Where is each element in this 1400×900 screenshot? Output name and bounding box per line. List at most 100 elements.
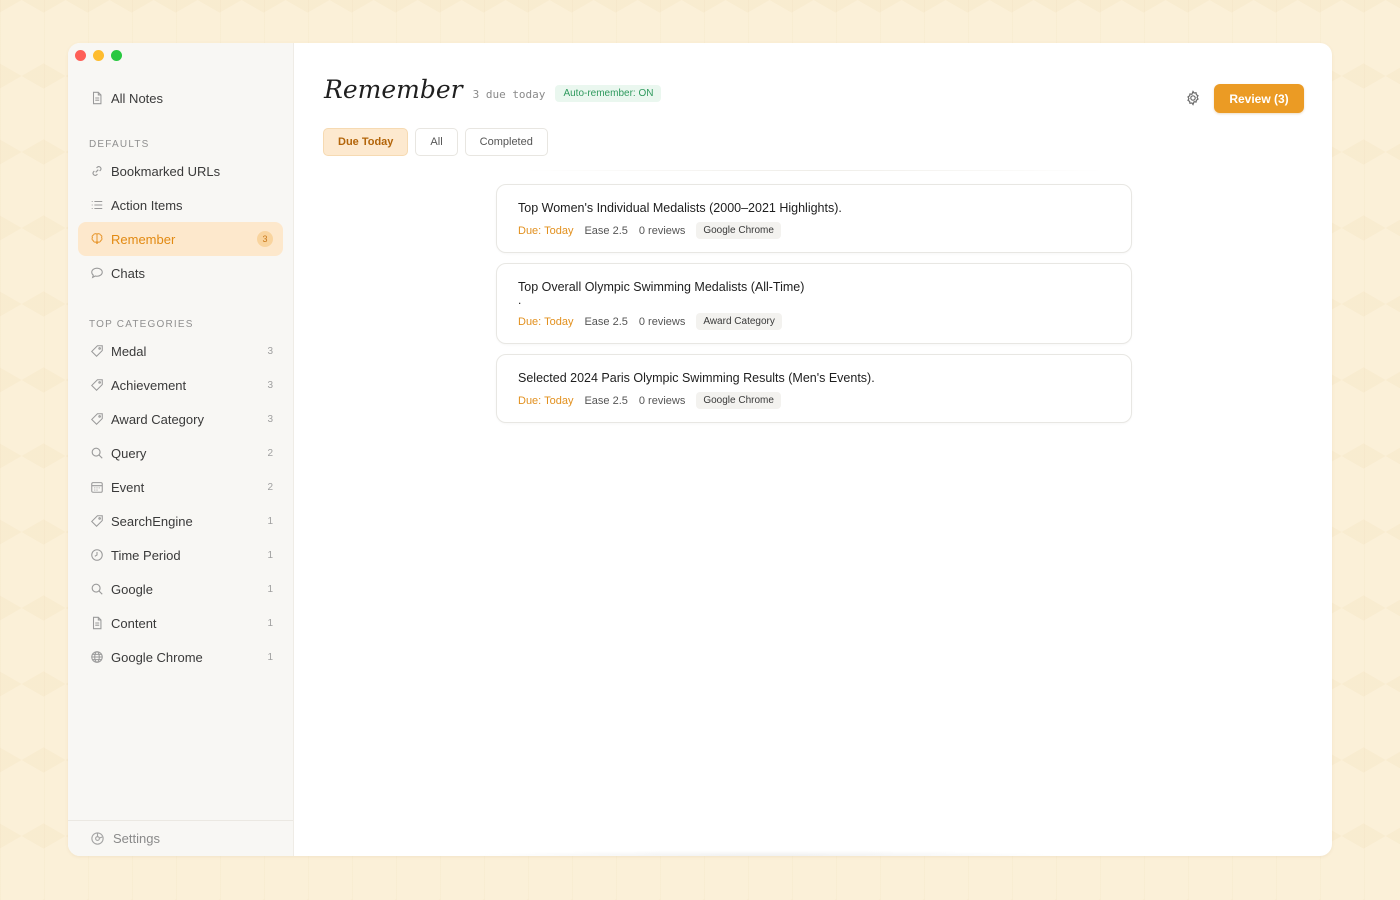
search-icon: [89, 582, 104, 597]
count-badge: 3: [267, 379, 273, 391]
sidebar-item-remember[interactable]: Remember 3: [78, 222, 283, 256]
sidebar-item-achievement[interactable]: Achievement 3: [78, 368, 283, 402]
tag-icon: [89, 514, 104, 529]
count-badge: 1: [267, 617, 273, 629]
count-badge: 1: [267, 515, 273, 527]
tag-icon: [89, 412, 104, 427]
review-card[interactable]: Selected 2024 Paris Olympic Swimming Res…: [496, 354, 1132, 423]
sidebar-item-label: Event: [111, 479, 145, 495]
count-badge: 1: [267, 583, 273, 595]
due-label: Due: Today: [518, 224, 574, 237]
tab-due-today[interactable]: Due Today: [323, 128, 409, 156]
settings-dial-icon: [90, 831, 105, 846]
sidebar-item-label: SearchEngine: [111, 513, 193, 529]
bottom-shadow: [464, 850, 1064, 856]
minimize-window-button[interactable]: [93, 50, 104, 61]
sidebar-item-label: Award Category: [111, 411, 204, 427]
sidebar-item-label: Content: [111, 615, 157, 631]
tag-icon: [89, 378, 104, 393]
review-card[interactable]: Top Women's Individual Medalists (2000–2…: [496, 184, 1132, 253]
sidebar-item-award-category[interactable]: Award Category 3: [78, 402, 283, 436]
main-panel: Remember 3 due today Auto-remember: ON R…: [294, 43, 1332, 856]
chat-bubble-icon: [89, 266, 104, 281]
reviews-label: 0 reviews: [638, 394, 686, 407]
sidebar-item-google[interactable]: Google 1: [78, 572, 283, 606]
tag-icon: [89, 344, 104, 359]
gear-icon[interactable]: [1185, 90, 1201, 106]
source-tag: Google Chrome: [696, 392, 781, 409]
card-title: Top Women's Individual Medalists (2000–2…: [518, 201, 842, 215]
zoom-window-button[interactable]: [111, 50, 122, 61]
due-label: Due: Today: [518, 315, 574, 328]
close-window-button[interactable]: [75, 50, 86, 61]
card-extra-text: .: [518, 293, 522, 307]
globe-icon: [89, 650, 104, 665]
reviews-label: 0 reviews: [638, 224, 686, 237]
sidebar-item-label: Google Chrome: [111, 649, 203, 665]
sidebar-item-label: Chats: [111, 265, 145, 281]
sidebar-item-medal[interactable]: Medal 3: [78, 334, 283, 368]
card-meta: Due: Today Ease 2.5 0 reviews Google Chr…: [518, 222, 1110, 239]
sidebar-item-content[interactable]: Content 1: [78, 606, 283, 640]
sidebar-item-chats[interactable]: Chats: [78, 256, 283, 290]
card-meta: Due: Today Ease 2.5 0 reviews Google Chr…: [518, 392, 1110, 409]
count-badge: 1: [267, 651, 273, 663]
sidebar-item-event[interactable]: Event 2: [78, 470, 283, 504]
ease-label: Ease 2.5: [584, 394, 628, 407]
due-count-text: 3 due today: [472, 88, 546, 101]
card-meta: Due: Today Ease 2.5 0 reviews Award Cate…: [518, 313, 1110, 330]
calendar-icon: [89, 480, 104, 495]
sidebar-item-label: All Notes: [111, 90, 164, 106]
divider: [524, 170, 1104, 171]
sidebar-item-time-period[interactable]: Time Period 1: [78, 538, 283, 572]
defaults-heading: DEFAULTS: [89, 139, 150, 150]
sidebar-item-label: Achievement: [111, 377, 187, 393]
sidebar-item-google-chrome[interactable]: Google Chrome 1: [78, 640, 283, 674]
count-badge: 2: [267, 447, 273, 459]
list-icon: [89, 198, 104, 213]
sidebar: All Notes DEFAULTS Bookmarked URLs Actio…: [68, 43, 294, 856]
count-badge: 2: [267, 481, 273, 493]
sidebar-item-action-items[interactable]: Action Items: [78, 188, 283, 222]
review-button[interactable]: Review (3): [1214, 84, 1304, 113]
sidebar-item-label: Query: [111, 445, 147, 461]
sidebar-item-bookmarked-urls[interactable]: Bookmarked URLs: [78, 154, 283, 188]
auto-remember-badge[interactable]: Auto-remember: ON: [555, 85, 662, 102]
ease-label: Ease 2.5: [584, 224, 628, 237]
review-card-list: Top Women's Individual Medalists (2000–2…: [496, 184, 1132, 433]
top-categories-heading: TOP CATEGORIES: [89, 319, 194, 330]
page-header: Remember 3 due today Auto-remember: ON: [324, 75, 662, 104]
due-label: Due: Today: [518, 394, 574, 407]
brain-icon: [89, 232, 104, 247]
card-title: Selected 2024 Paris Olympic Swimming Res…: [518, 371, 875, 385]
sidebar-item-searchengine[interactable]: SearchEngine 1: [78, 504, 283, 538]
tab-all[interactable]: All: [415, 128, 458, 156]
settings-label: Settings: [113, 831, 160, 846]
sidebar-item-label: Action Items: [111, 197, 183, 213]
count-badge: 3: [267, 413, 273, 425]
reviews-label: 0 reviews: [638, 315, 686, 328]
sidebar-item-all-notes[interactable]: All Notes: [78, 81, 283, 115]
tab-completed[interactable]: Completed: [464, 128, 548, 156]
count-badge: 3: [267, 345, 273, 357]
source-tag: Award Category: [696, 313, 782, 330]
sidebar-item-label: Bookmarked URLs: [111, 163, 221, 179]
app-window: All Notes DEFAULTS Bookmarked URLs Actio…: [68, 43, 1332, 856]
sidebar-settings-button[interactable]: Settings: [68, 820, 293, 856]
count-badge: 3: [257, 231, 273, 247]
sidebar-item-label: Remember: [111, 231, 176, 247]
link-icon: [89, 164, 104, 179]
source-tag: Google Chrome: [696, 222, 781, 239]
document-icon: [89, 616, 104, 631]
sidebar-item-label: Google: [111, 581, 153, 597]
sidebar-item-label: Time Period: [111, 547, 181, 563]
document-icon: [89, 91, 104, 106]
count-badge: 1: [267, 549, 273, 561]
sidebar-item-query[interactable]: Query 2: [78, 436, 283, 470]
page-title: Remember: [324, 75, 463, 104]
card-title: Top Overall Olympic Swimming Medalists (…: [518, 280, 805, 294]
clock-icon: [89, 548, 104, 563]
window-controls: [75, 50, 122, 61]
review-card[interactable]: Top Overall Olympic Swimming Medalists (…: [496, 263, 1132, 344]
sidebar-item-label: Medal: [111, 343, 147, 359]
